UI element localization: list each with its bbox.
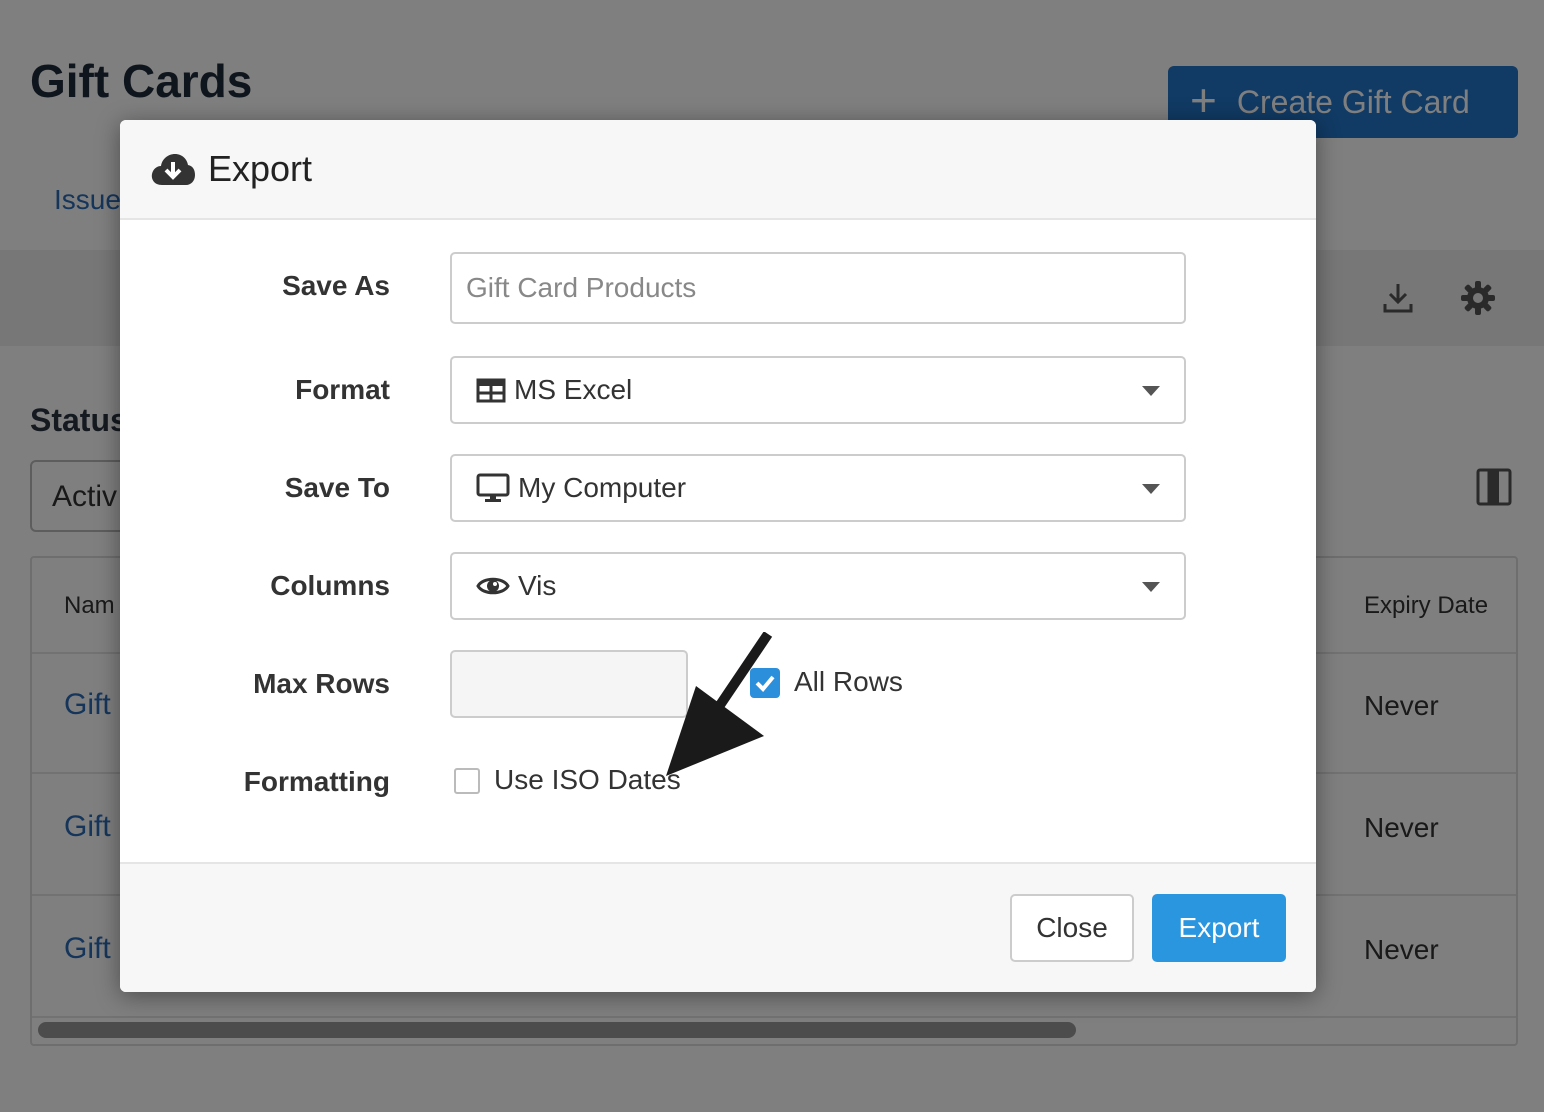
all-rows-label[interactable]: All Rows [794, 666, 903, 698]
format-label: Format [295, 374, 390, 405]
save-to-select[interactable]: My Computer [450, 454, 1186, 522]
modal-title: Export [208, 148, 313, 189]
columns-select-value: Vis [518, 570, 557, 601]
columns-select[interactable]: Vis [450, 552, 1186, 620]
iso-dates-checkbox[interactable] [454, 768, 480, 794]
save-to-select-value: My Computer [518, 472, 687, 503]
chevron-down-icon [1142, 582, 1160, 592]
modal-header: Export [120, 120, 1316, 220]
max-rows-label: Max Rows [253, 668, 390, 699]
chevron-down-icon [1142, 484, 1160, 494]
format-select-value: MS Excel [514, 374, 633, 405]
columns-label: Columns [270, 570, 390, 601]
export-modal: Export Save As Gift Card Products Format… [120, 120, 1316, 992]
formatting-label: Formatting [243, 766, 390, 797]
chevron-down-icon [1142, 386, 1160, 396]
table-icon [476, 378, 506, 403]
save-to-label: Save To [284, 472, 390, 503]
save-as-label: Save As [282, 270, 390, 301]
save-as-input[interactable]: Gift Card Products [450, 252, 1186, 324]
cloud-download-icon [151, 154, 195, 185]
annotation-arrow-icon [666, 632, 773, 776]
format-select[interactable]: MS Excel [450, 356, 1186, 424]
eye-icon [476, 577, 510, 595]
iso-dates-label[interactable]: Use ISO Dates [494, 764, 681, 796]
max-rows-input[interactable] [450, 650, 688, 718]
export-button[interactable]: Export [1152, 894, 1286, 962]
close-button[interactable]: Close [1010, 894, 1134, 962]
modal-footer [120, 862, 1316, 992]
monitor-icon [476, 473, 510, 502]
